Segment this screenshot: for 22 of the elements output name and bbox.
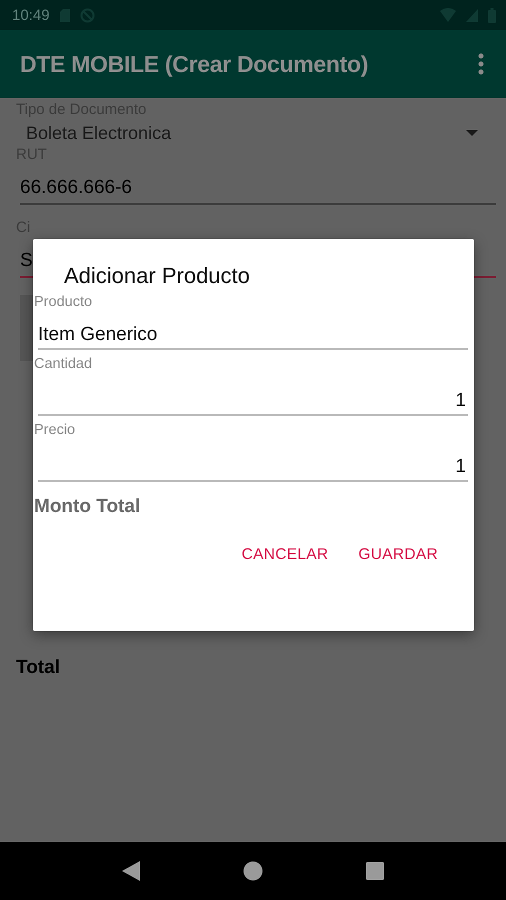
number-field[interactable]: 1 xyxy=(38,456,468,482)
total-label: Monto Total xyxy=(34,496,142,518)
overflow-menu-icon[interactable] xyxy=(478,53,484,75)
home-icon[interactable] xyxy=(242,861,263,881)
back-icon[interactable] xyxy=(122,861,140,881)
rut-field[interactable]: 66.666.666-6 xyxy=(20,177,496,205)
field-label: Precio xyxy=(34,422,76,438)
signal-icon xyxy=(466,8,478,22)
document-type-dropdown[interactable]: Boleta Electronica xyxy=(16,118,496,146)
dropdown-arrow-icon xyxy=(466,130,478,136)
input-field[interactable]: Item Generico xyxy=(38,324,468,350)
field-label: Producto xyxy=(34,294,94,310)
recents-icon[interactable] xyxy=(366,862,384,880)
field-label: Cantidad xyxy=(34,356,94,372)
number-field[interactable]: 1 xyxy=(38,390,468,416)
dialog-button[interactable]: CANCELAR xyxy=(230,538,340,572)
status-time: 10:49 xyxy=(12,6,50,24)
dialog-title: Adicionar Producto xyxy=(64,263,251,289)
dialog-button[interactable]: GUARDAR xyxy=(346,538,450,572)
blocked-icon xyxy=(80,8,95,22)
app-title: DTE MOBILE (Crear Documento) xyxy=(20,50,370,78)
total-label: Total xyxy=(16,657,60,679)
